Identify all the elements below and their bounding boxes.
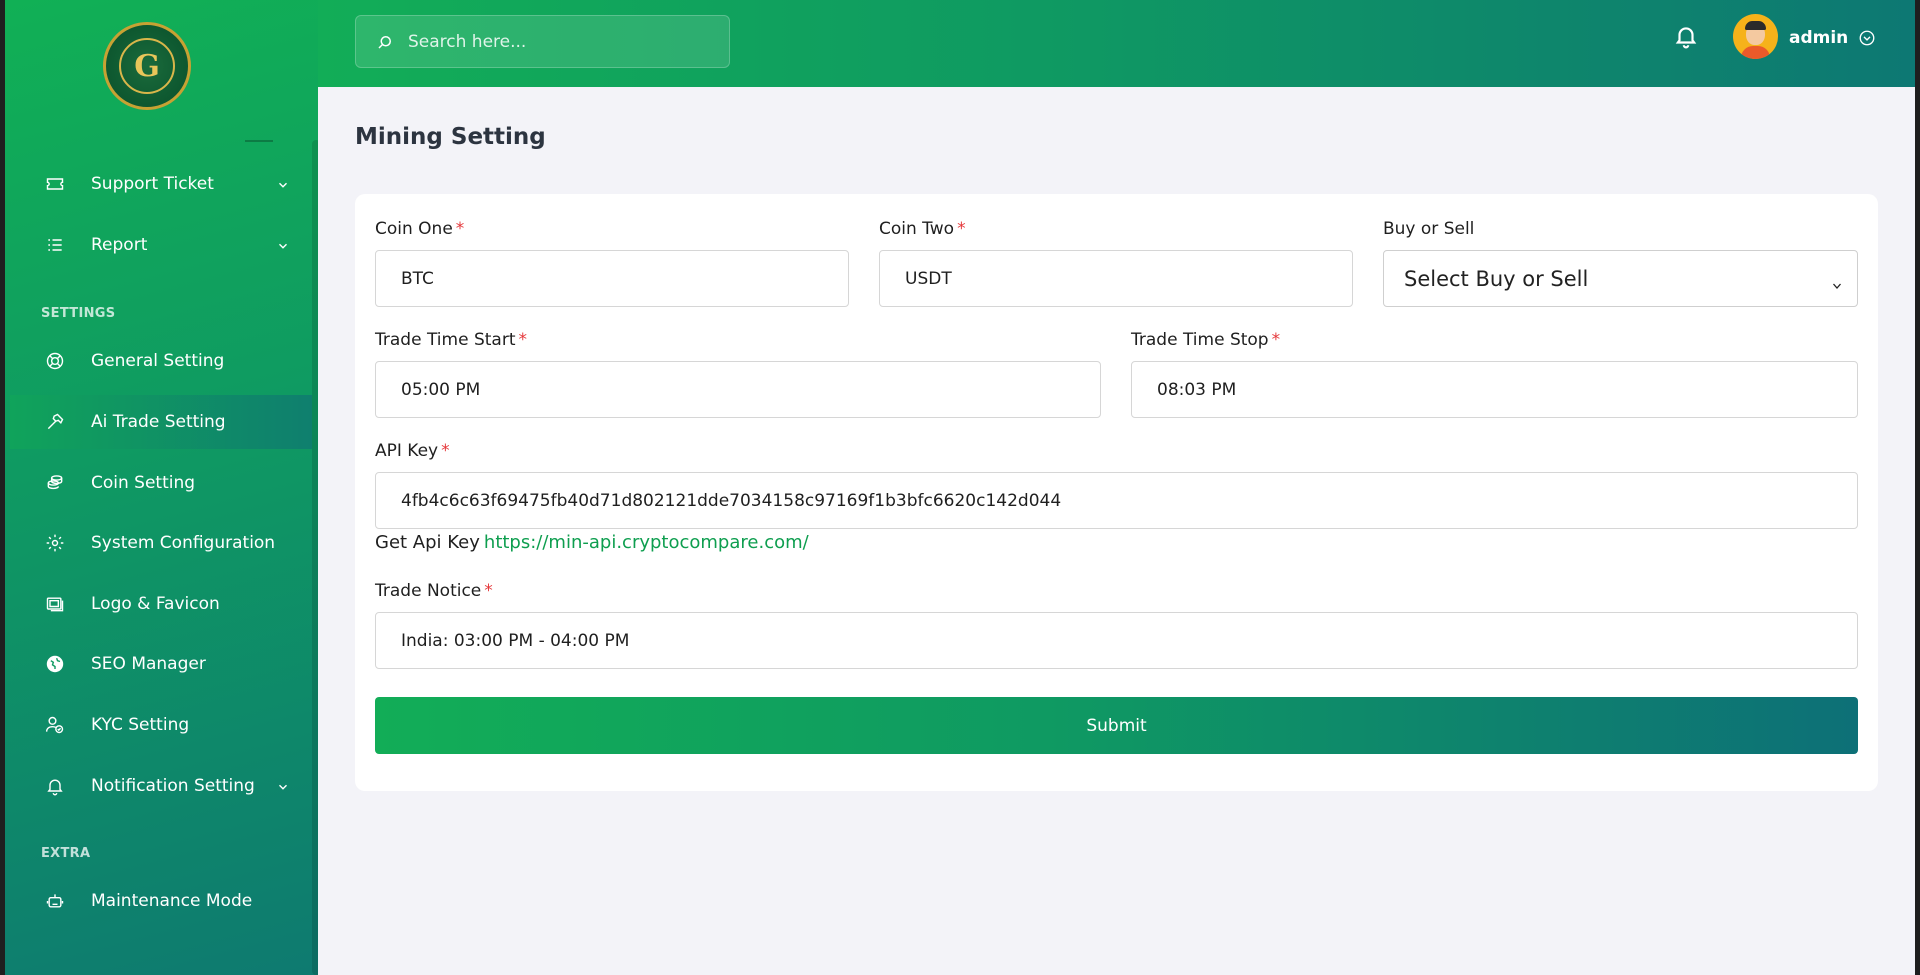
chevron-down-icon bbox=[276, 238, 290, 252]
chevron-down-icon bbox=[276, 177, 290, 191]
sidebar-item-report[interactable]: Report bbox=[10, 218, 312, 272]
sidebar-item-notification-setting[interactable]: Notification Setting bbox=[10, 759, 312, 813]
trade-time-start-input[interactable] bbox=[375, 361, 1101, 418]
sidebar-item-label: General Setting bbox=[91, 351, 225, 371]
required-mark: * bbox=[1271, 330, 1281, 350]
globe-icon bbox=[44, 653, 66, 675]
required-mark: * bbox=[957, 219, 966, 239]
api-key-label: API Key * bbox=[375, 441, 450, 461]
trade-notice-input[interactable] bbox=[375, 612, 1858, 669]
required-mark: * bbox=[484, 581, 493, 601]
sidebar-item-label: System Configuration bbox=[91, 533, 276, 553]
chevron-down-icon bbox=[1831, 273, 1843, 289]
top-header: admin bbox=[318, 0, 1915, 87]
gear-icon bbox=[44, 532, 66, 554]
chevron-down-icon bbox=[276, 779, 290, 793]
sidebar-item-system-configuration[interactable]: System Configuration bbox=[10, 516, 312, 570]
trade-time-stop-input[interactable] bbox=[1131, 361, 1858, 418]
api-key-input[interactable] bbox=[375, 472, 1858, 529]
images-icon bbox=[44, 593, 66, 615]
required-mark: * bbox=[455, 219, 465, 239]
sidebar-item-ai-trade-setting[interactable]: Ai Trade Setting bbox=[10, 395, 312, 449]
coins-icon bbox=[44, 472, 66, 494]
hammer-icon bbox=[44, 411, 66, 433]
sidebar-item-kyc-setting[interactable]: KYC Setting bbox=[10, 698, 312, 752]
section-label-settings: SETTINGS bbox=[41, 306, 116, 321]
section-label-extra: EXTRA bbox=[41, 846, 91, 861]
search-bar bbox=[355, 15, 730, 68]
avatar[interactable] bbox=[1733, 14, 1778, 59]
chevron-down-circle-icon[interactable] bbox=[1858, 29, 1876, 47]
brand-logo[interactable]: G bbox=[103, 22, 191, 110]
search-icon bbox=[378, 35, 391, 49]
page-title: Mining Setting bbox=[355, 124, 546, 150]
search-input[interactable] bbox=[408, 31, 708, 52]
sidebar-item-label: KYC Setting bbox=[91, 715, 190, 735]
sidebar-item-seo-manager[interactable]: SEO Manager bbox=[10, 637, 312, 691]
sidebar-scrollbar[interactable] bbox=[312, 140, 318, 975]
sidebar-item-label: Coin Setting bbox=[91, 473, 196, 493]
coin-two-label: Coin Two * bbox=[879, 219, 966, 239]
sidebar-item-label: Support Ticket bbox=[91, 174, 214, 194]
coin-one-input[interactable] bbox=[375, 250, 849, 307]
sidebar-item-label: Ai Trade Setting bbox=[91, 412, 226, 432]
required-mark: * bbox=[441, 441, 450, 461]
sidebar-divider bbox=[245, 140, 273, 142]
trade-notice-label: Trade Notice * bbox=[375, 581, 493, 601]
submit-button[interactable]: Submit bbox=[375, 697, 1858, 754]
mining-setting-form: Coin One* Coin Two* Buy or Sell Select B… bbox=[355, 194, 1878, 791]
sidebar-item-label: Notification Setting bbox=[91, 776, 255, 796]
lifebuoy-icon bbox=[44, 350, 66, 372]
sidebar-item-label: SEO Manager bbox=[91, 654, 206, 674]
trade-time-stop-label: Trade Time Stop * bbox=[1131, 330, 1281, 350]
sidebar-item-label: Maintenance Mode bbox=[91, 891, 253, 911]
sidebar-item-general-setting[interactable]: General Setting bbox=[10, 334, 312, 388]
api-key-link[interactable]: https://min-api.cryptocompare.com/ bbox=[484, 532, 809, 553]
notification-bell-icon[interactable] bbox=[1673, 22, 1701, 52]
trade-time-start-label: Trade Time Start * bbox=[375, 330, 527, 350]
buy-or-sell-label: Buy or Sell bbox=[1383, 219, 1475, 239]
ticket-icon bbox=[44, 173, 66, 195]
buy-or-sell-select[interactable]: Select Buy or Sell bbox=[1383, 250, 1858, 307]
coin-one-label: Coin One * bbox=[375, 219, 465, 239]
user-check-icon bbox=[44, 714, 66, 736]
list-icon bbox=[44, 234, 66, 256]
window-frame-edge bbox=[1915, 0, 1920, 975]
coin-two-input[interactable] bbox=[879, 250, 1353, 307]
sidebar-item-maintenance-mode[interactable]: Maintenance Mode bbox=[10, 874, 312, 928]
sidebar-item-coin-setting[interactable]: Coin Setting bbox=[10, 456, 312, 510]
sidebar-item-label: Logo & Favicon bbox=[91, 594, 220, 614]
logo-emblem: G bbox=[119, 38, 175, 94]
sidebar-item-support-ticket[interactable]: Support Ticket bbox=[10, 157, 312, 211]
user-name[interactable]: admin bbox=[1789, 28, 1848, 48]
sidebar: G Support Ticket Report SETTINGS General… bbox=[0, 0, 318, 975]
bell-icon bbox=[44, 775, 66, 797]
required-mark: * bbox=[518, 330, 527, 350]
sidebar-item-label: Report bbox=[91, 235, 148, 255]
sidebar-item-logo-favicon[interactable]: Logo & Favicon bbox=[10, 577, 312, 631]
robot-icon bbox=[44, 890, 66, 912]
api-key-help: Get Api Key https://min-api.cryptocompare… bbox=[375, 532, 809, 553]
